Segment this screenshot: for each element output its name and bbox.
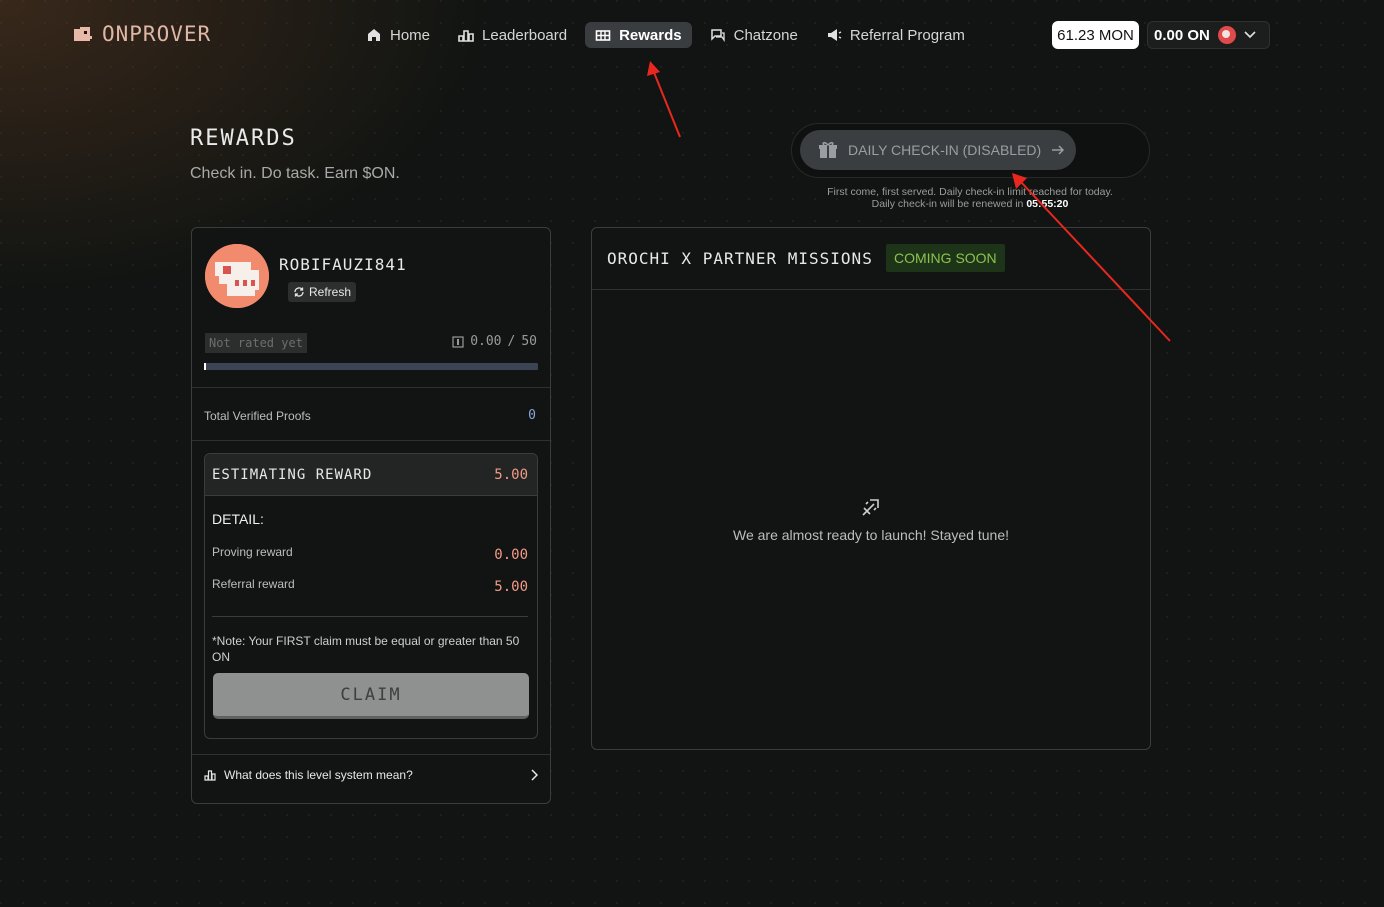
referral-reward-label: Referral reward — [212, 577, 295, 591]
estimating-reward-title: ESTIMATING REWARD — [212, 466, 373, 483]
nav-chatzone[interactable]: Chatzone — [700, 22, 808, 48]
referral-reward-value: 5.00 — [494, 579, 528, 595]
wallet-dropdown[interactable]: 0.00 ON — [1147, 21, 1270, 49]
podium-icon — [458, 30, 474, 42]
wallet-avatar-icon — [1217, 26, 1236, 44]
checkin-countdown: 05:55:20 — [1026, 198, 1069, 210]
nav-rewards[interactable]: Rewards — [585, 22, 692, 48]
profile-card: ROBIFAUZI841 Refresh Not rated yet 0.00 … — [191, 227, 551, 804]
daily-checkin-label: DAILY CHECK-IN (DISABLED) — [848, 142, 1042, 158]
refresh-icon — [294, 287, 304, 297]
nav-rewards-label: Rewards — [619, 26, 682, 44]
coming-soon-badge: COMING SOON — [886, 244, 1005, 272]
megaphone-icon — [827, 29, 842, 41]
refresh-button[interactable]: Refresh — [288, 282, 357, 302]
score-current: 0.00 — [470, 334, 502, 349]
avatar — [205, 244, 269, 308]
daily-checkin-button[interactable]: DAILY CHECK-IN (DISABLED) — [800, 130, 1076, 170]
proving-reward-label: Proving reward — [212, 545, 293, 559]
checkin-renew-text: Daily check-in will be renewed in — [871, 198, 1024, 210]
score-separator: / — [507, 334, 516, 349]
missions-empty-message: We are almost ready to launch! Stayed tu… — [732, 527, 1009, 543]
rocket-icon — [862, 499, 879, 516]
claim-note: *Note: Your FIRST claim must be equal or… — [212, 634, 520, 664]
chevron-right-icon — [531, 769, 538, 781]
checkin-note-line1: First come, first served. Daily check-in… — [827, 186, 1113, 198]
checkin-container: DAILY CHECK-IN (DISABLED) — [791, 123, 1150, 178]
estimating-reward-panel: ESTIMATING REWARD 5.00 DETAIL: Proving r… — [204, 453, 538, 739]
refresh-label: Refresh — [309, 285, 352, 299]
nav-leaderboard-label: Leaderboard — [482, 26, 568, 44]
dino-skull-avatar-icon — [205, 244, 269, 308]
score-readout: 0.00 / 50 — [452, 334, 537, 349]
divider — [192, 387, 550, 388]
nav-referral-label: Referral Program — [849, 26, 965, 44]
detail-label: DETAIL: — [212, 511, 264, 527]
page-title: REWARDS — [190, 126, 297, 151]
nav-chatzone-label: Chatzone — [733, 26, 798, 44]
level-progress-bar — [204, 363, 538, 370]
username: ROBIFAUZI841 — [279, 255, 407, 274]
nav-referral[interactable]: Referral Program — [816, 22, 975, 48]
dino-logo-icon — [74, 27, 92, 41]
gift-icon — [819, 141, 837, 158]
divider — [212, 616, 528, 617]
missions-header: OROCHI X PARTNER MISSIONS COMING SOON — [592, 228, 1150, 290]
chevron-down-icon — [1244, 31, 1256, 39]
level-system-link[interactable]: What does this level system mean? — [204, 768, 538, 782]
main-nav: Home Leaderboard Rewards Chatzone Referr… — [356, 22, 975, 48]
level-progress-fill — [204, 363, 206, 370]
estimating-reward-header: ESTIMATING REWARD 5.00 — [205, 454, 537, 496]
divider — [192, 754, 550, 755]
level-system-link-label: What does this level system mean? — [224, 768, 413, 782]
missions-title: OROCHI X PARTNER MISSIONS — [607, 249, 873, 268]
nav-home-label: Home — [390, 26, 431, 44]
page-subtitle: Check in. Do task. Earn $ON. — [190, 165, 400, 182]
home-icon — [368, 29, 380, 41]
score-max: 50 — [521, 334, 537, 349]
checkin-note: First come, first served. Daily check-in… — [790, 186, 1150, 210]
balance-mon: 61.23 MON — [1052, 21, 1139, 49]
total-proofs-label: Total Verified Proofs — [204, 409, 311, 423]
proving-reward-value: 0.00 — [494, 547, 528, 563]
brand-logo[interactable]: ONPROVER — [72, 22, 211, 46]
total-proofs-value: 0 — [528, 408, 536, 423]
balance-on: 0.00 ON — [1154, 26, 1210, 44]
gift-box-icon — [595, 30, 611, 41]
partner-missions-card: OROCHI X PARTNER MISSIONS COMING SOON We… — [591, 227, 1151, 750]
nav-leaderboard[interactable]: Leaderboard — [448, 22, 577, 48]
points-icon — [452, 335, 464, 348]
arrow-right-icon — [1052, 145, 1065, 155]
nav-home[interactable]: Home — [356, 22, 440, 48]
divider — [192, 440, 550, 441]
claim-button[interactable]: CLAIM — [213, 673, 529, 719]
checkin-note-line2: Daily check-in will be renewed in 05:55:… — [790, 198, 1150, 210]
podium-icon — [204, 770, 216, 781]
logo-text: ONPROVER — [102, 22, 212, 46]
estimating-reward-value: 5.00 — [494, 466, 528, 483]
chat-icon — [710, 29, 725, 43]
rating-badge: Not rated yet — [205, 333, 307, 353]
